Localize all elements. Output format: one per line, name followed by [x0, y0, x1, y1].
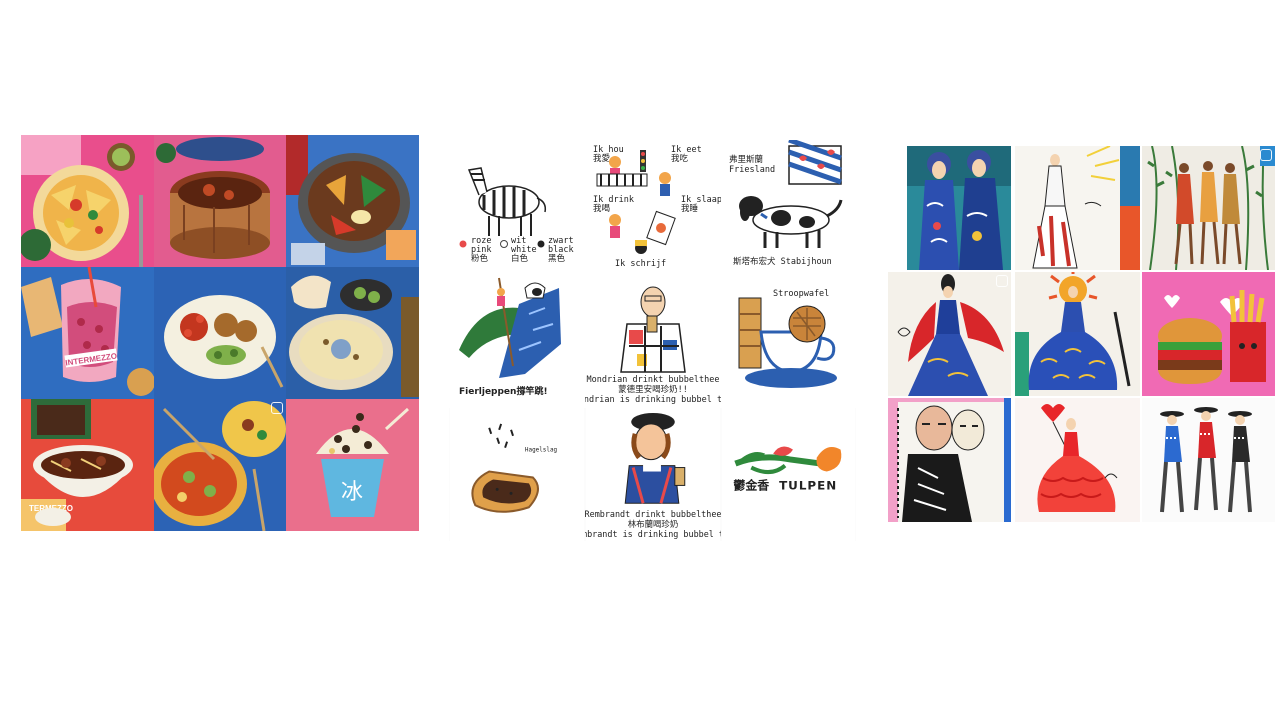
fierljeppen-illustration: Fierljeppen撐竿跳! [449, 274, 585, 408]
food-tile-stew[interactable] [154, 135, 286, 267]
hagelslag-illustration: Hagelslag [449, 408, 585, 541]
fashion-tile-red-ballgown[interactable] [1015, 398, 1140, 522]
curry-painting [154, 399, 286, 531]
mask-illustration [888, 398, 1011, 522]
dutch-tile-tulpen[interactable]: 鬱金香 TULPEN [721, 408, 856, 541]
food-tile-nachos[interactable] [21, 135, 154, 267]
fashion-tile-burger-fries[interactable] [1142, 272, 1275, 396]
food-tile-shaved-ice[interactable]: 冰 [286, 399, 419, 531]
tulip-zh-caption: 鬱金香 [733, 478, 769, 492]
intermezzo-painting: INTERMEZZO [21, 267, 154, 399]
fashion-tile-mask[interactable] [888, 398, 1011, 522]
dutch-tile-hagelslag[interactable]: Hagelslag [449, 408, 585, 541]
food-tile-noodles[interactable]: TERMEZZO [21, 399, 154, 531]
blue-gowns-illustration [907, 146, 1011, 270]
tulpen-caption: TULPEN [779, 478, 837, 492]
white-zh-label: 白色 [511, 253, 529, 264]
dutch-illustration-grid: roze pink 粉色 wit white 白色 zwart black 黑色… [449, 140, 856, 541]
white-gown-illustration [1015, 146, 1140, 270]
dutch-tile-mondrian[interactable]: Mondrian drinkt bubbelthee 蒙德里安喝珍奶!! Mon… [585, 274, 721, 408]
sunflower-gown-illustration [1015, 272, 1140, 396]
fashion-tile-blue-gowns[interactable] [907, 146, 1011, 270]
ik-drink-zh: 我喝 [593, 203, 611, 214]
red-blue-gown-illustration [888, 272, 1011, 396]
food-painting-grid: INTERMEZZO 冰 [21, 135, 419, 531]
fashion-tile-plant-trio[interactable] [1142, 146, 1275, 270]
friesland-dog-illustration: 弗里斯蘭 Friesland 斯塔布宏犬 Stabijhoun [721, 140, 856, 274]
fashion-tile-sequin-trio[interactable] [1142, 398, 1275, 522]
mondrian-line3: Mondrian is drinking bubbel tea [585, 395, 721, 405]
dutch-tile-zebra[interactable]: roze pink 粉色 wit white 白色 zwart black 黑色 [449, 140, 585, 274]
fashion-tile-sunflower-gown[interactable] [1015, 272, 1140, 396]
porridge-painting [286, 267, 419, 399]
noodle-soup-painting: TERMEZZO [21, 399, 154, 531]
friesland-zh: 弗里斯蘭 [729, 154, 763, 165]
food-tile-porridge[interactable] [286, 267, 419, 399]
meatballs-painting [154, 267, 286, 399]
multi-image-icon [271, 402, 283, 414]
rembrandt-line1: Rembrandt drinkt bubbelthee [585, 509, 721, 519]
food-tile-curry[interactable] [154, 399, 286, 531]
ik-eet-zh: 我吃 [671, 153, 689, 164]
hagelslag-caption: Hagelslag [525, 447, 558, 454]
mondrian-line2: 蒙德里安喝珍奶!! [618, 384, 688, 395]
dutch-tile-stroopwafel[interactable]: Stroopwafel [721, 274, 856, 408]
multi-image-icon [996, 275, 1008, 287]
dutch-tile-fierljeppen[interactable]: Fierljeppen撐竿跳! [449, 274, 585, 408]
mondrian-illustration: Mondrian drinkt bubbelthee 蒙德里安喝珍奶!! Mon… [585, 274, 721, 408]
friesland-label: Friesland [729, 165, 775, 175]
ice-label: 冰 [341, 479, 363, 504]
red-ballgown-illustration [1015, 398, 1140, 522]
fashion-tile-red-blue-gown[interactable] [888, 272, 1011, 396]
food-tile-bibimbap[interactable] [286, 135, 419, 267]
mondrian-line1: Mondrian drinkt bubbelthee [586, 375, 719, 385]
fashion-tile-white-gown[interactable] [1015, 146, 1140, 270]
stroopwafel-illustration: Stroopwafel [721, 274, 856, 408]
shaved-ice-painting: 冰 [286, 399, 419, 531]
fierljeppen-caption: Fierljeppen撐竿跳! [459, 385, 548, 397]
stew-painting [154, 135, 286, 267]
burger-fries-illustration [1142, 272, 1275, 396]
bubble-tea-girl-illustration: Ik hou 我愛 Ik eet 我吃 Ik drink 我喝 Ik slaap… [585, 140, 721, 274]
plant-trio-illustration [1142, 146, 1275, 270]
food-tile-meatballs[interactable] [154, 267, 286, 399]
black-zh-label: 黑色 [548, 253, 566, 264]
bibimbap-painting [286, 135, 419, 267]
rembrandt-line3: Rembrandt is drinking bubbel tea [585, 529, 721, 539]
ik-hou-zh: 我愛 [593, 153, 611, 164]
pink-zh-label: 粉色 [471, 253, 489, 264]
dutch-tile-ik-hou[interactable]: Ik hou 我愛 Ik eet 我吃 Ik drink 我喝 Ik slaap… [585, 140, 721, 274]
multi-image-icon [1260, 149, 1272, 161]
nachos-painting [21, 135, 154, 267]
tulip-illustration: 鬱金香 TULPEN [721, 408, 856, 541]
dutch-tile-rembrandt[interactable]: Rembrandt drinkt bubbelthee 林布蘭喝珍奶 Rembr… [585, 408, 721, 541]
zebra-illustration: roze pink 粉色 wit white 白色 zwart black 黑色 [449, 140, 585, 274]
food-tile-intermezzo[interactable]: INTERMEZZO [21, 267, 154, 399]
stroopwafel-caption: Stroopwafel [773, 289, 829, 299]
ik-schrijf-label: Ik schrijf [615, 259, 666, 269]
rembrandt-line2: 林布蘭喝珍奶 [628, 519, 679, 529]
ik-slaap-zh: 我睡 [681, 203, 699, 214]
stabijhoun-label: 斯塔布宏犬 Stabijhoun [733, 256, 832, 267]
dutch-tile-friesland[interactable]: 弗里斯蘭 Friesland 斯塔布宏犬 Stabijhoun [721, 140, 856, 274]
fashion-illustration-collage [888, 146, 1275, 522]
sequin-trio-illustration [1142, 398, 1275, 522]
rembrandt-illustration: Rembrandt drinkt bubbelthee 林布蘭喝珍奶 Rembr… [585, 408, 721, 541]
